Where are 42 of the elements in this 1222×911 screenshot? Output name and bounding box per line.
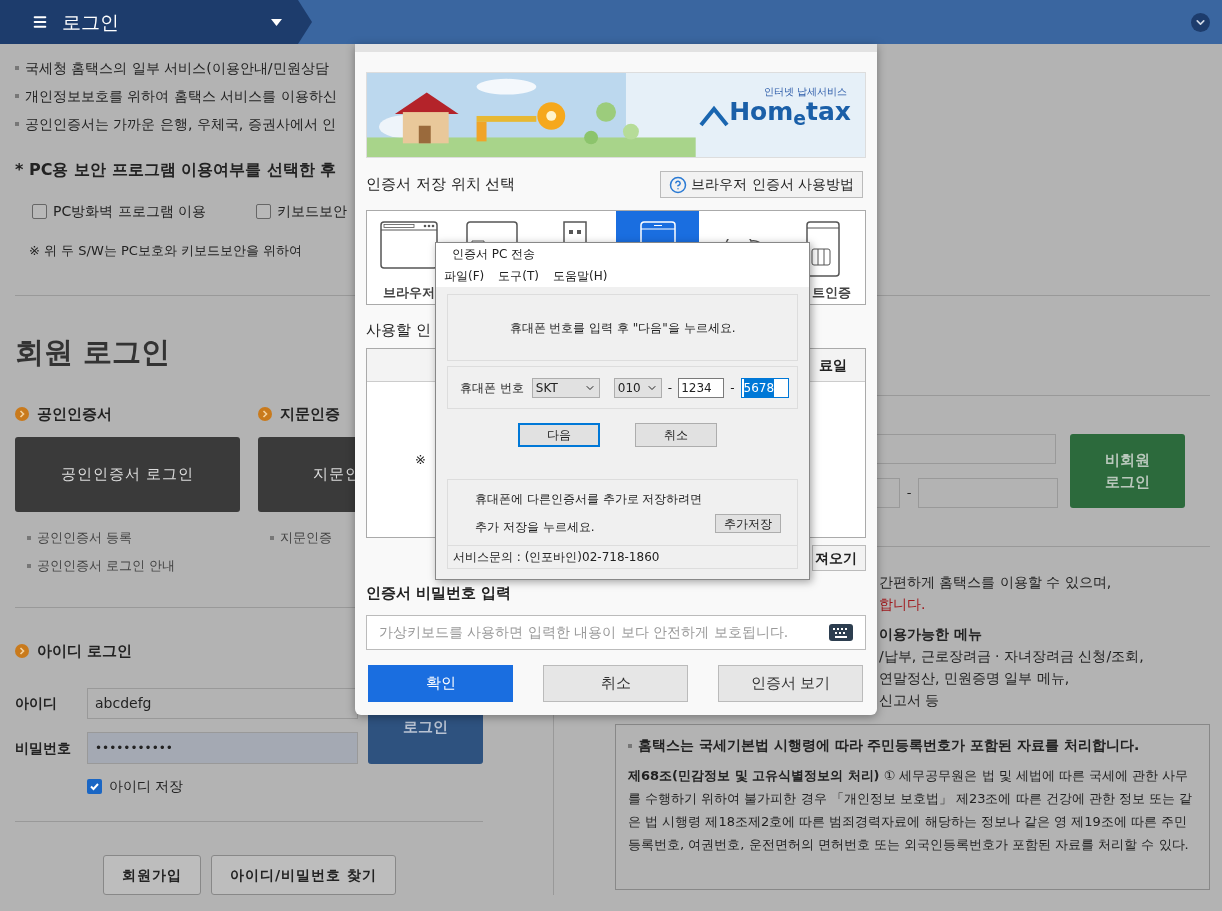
- notice-text: 개인정보보호를 위하여 홈택스 서비스를 이용하신: [25, 87, 337, 106]
- dash-text: -: [730, 379, 735, 397]
- table-note: ※: [415, 450, 426, 469]
- notice-text: 국세청 홈택스의 일부 서비스(이용안내/민원상담: [25, 59, 329, 78]
- extra-note: 추가 저장을 누르세요.: [475, 518, 596, 536]
- privacy-heading: 홈택스는 국세기본법 시행령에 따라 주민등록번호가 포함된 자료를 처리합니다.: [638, 736, 1140, 755]
- option-label: PC방화벽 프로그램 이용: [53, 202, 207, 221]
- security-heading: * PC용 보안 프로그램 이용여부를 선택한 후: [15, 159, 338, 181]
- warning-text: 합니다.: [879, 595, 926, 614]
- dash-text: -: [905, 484, 913, 503]
- page-title: 로그인: [62, 9, 119, 35]
- password-placeholder: 가상키보드를 사용하면 입력한 내용이 보다 안전하게 보호됩니다.: [379, 623, 789, 642]
- location-label: 트인증: [812, 284, 851, 302]
- option-label: 키보드보안: [277, 202, 347, 221]
- logo: Hom$_{e}$tax: [729, 97, 851, 127]
- method-heading: 아이디 로그인: [37, 641, 133, 662]
- service-contact: 서비스문의 : (인포바인)02-718-1860: [453, 549, 660, 566]
- field-label: 비밀번호: [15, 738, 72, 758]
- instruction-text: 휴대폰 번호를 입력 후 "다음"을 누르세요.: [509, 319, 736, 337]
- storage-title: 인증서 저장 위치 선택: [366, 174, 516, 196]
- notice-text: 공인인증서는 가까운 은행, 우체국, 증권사에서 인: [25, 115, 337, 134]
- location-label: 브라우저: [382, 284, 435, 302]
- section-title: 회원 로그인: [15, 334, 172, 371]
- security-note: ※ 위 두 S/W는 PC보호와 키보드보안을 위하여: [29, 242, 303, 260]
- info-text: 간편하게 홈택스를 이용할 수 있으며,: [879, 573, 1112, 592]
- method-heading: 지문인증: [280, 404, 340, 425]
- logo-caption: 인터넷 납세서비스: [763, 87, 847, 97]
- column-header: 료일: [819, 355, 847, 375]
- menu-heading: 이용가능한 메뉴: [879, 625, 982, 644]
- window-title: 인증서 PC 전송: [452, 246, 536, 263]
- cert-list-title: 사용할 인: [366, 320, 431, 341]
- info-text: 신고서 등: [879, 691, 940, 710]
- extra-note: 휴대폰에 다른인증서를 추가로 저장하려면: [475, 490, 704, 508]
- checkbox-label: 아이디 저장: [109, 777, 184, 796]
- dash-text: -: [667, 379, 673, 397]
- method-heading: 공인인증서: [37, 404, 112, 425]
- password-title: 인증서 비밀번호 입력: [366, 583, 513, 604]
- info-text: /납부, 근로장려금 · 자녀장려금 신청/조회,: [879, 647, 1144, 666]
- privacy-text: 제68조(민감정보 및 고유식별정보의 처리) ① 세무공무원은 법 및 세법에 따른 국세에 관한 사무를 수행하기 위하여 불가피한 경우 「개인정보 보호법」 제23조에 따른 건강에 관한 정보 또는 같은 법 시행령 제18조제2호에 따른 범죄경력자료에 해당하는 정보나 같은 영 제19조에 따른 주민등록번호, 여권번호, 운전면허의 면허번호 또는 외국인등록번호가 포함된 자료를 처리할 수 있다.: [628, 767, 1194, 854]
- field-label: 아이디: [15, 694, 58, 713]
- info-text: 연말정산, 민원증명 일부 메뉴,: [879, 669, 1070, 688]
- field-label: 휴대폰 번호: [460, 379, 524, 397]
